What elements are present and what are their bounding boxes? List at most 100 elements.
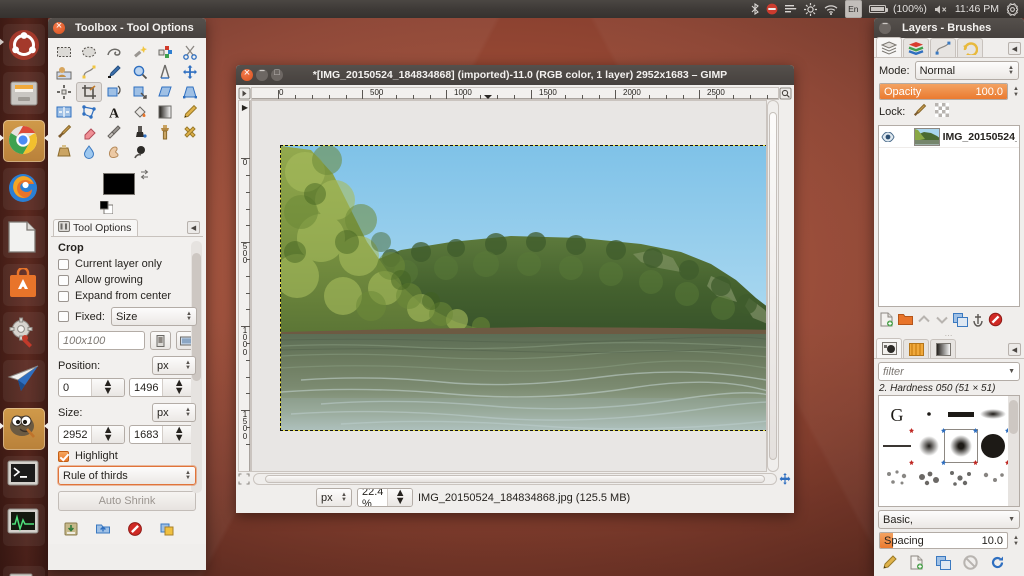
cage-transform-tool[interactable] xyxy=(76,102,101,122)
channels-tab[interactable] xyxy=(903,38,929,57)
airbrush-tool[interactable] xyxy=(102,122,127,142)
auto-shrink-button[interactable]: Auto Shrink xyxy=(58,491,196,511)
paintbrush-tool[interactable] xyxy=(51,122,76,142)
launcher-item-terminal[interactable] xyxy=(3,456,45,498)
option-highlight[interactable]: Highlight xyxy=(58,450,197,462)
reset-options-icon[interactable] xyxy=(159,521,175,540)
launcher-item-thunderbird[interactable] xyxy=(3,360,45,402)
close-icon[interactable] xyxy=(53,20,65,34)
bluetooth-icon[interactable] xyxy=(751,0,759,18)
zoom-tool[interactable] xyxy=(127,62,152,82)
scissors-select-tool[interactable] xyxy=(178,42,203,62)
chevron-down-icon[interactable]: ▼ xyxy=(1008,368,1015,375)
delete-brush-icon[interactable] xyxy=(963,555,978,573)
gear-icon[interactable] xyxy=(1006,0,1019,18)
brushes-tab[interactable] xyxy=(876,338,902,358)
launcher-item-libreoffice-writer[interactable] xyxy=(3,216,45,258)
default-colors-icon[interactable] xyxy=(99,200,114,215)
text-tool[interactable]: A xyxy=(102,102,127,122)
brush-cell[interactable] xyxy=(945,462,977,494)
spin-arrows-icon[interactable]: ▲ ▼ xyxy=(1013,535,1019,547)
launcher-item-files[interactable] xyxy=(3,72,45,114)
new-brush-icon[interactable] xyxy=(909,555,924,573)
brush-grid-scrollbar[interactable] xyxy=(1008,396,1019,506)
size-height-input[interactable]: 1683 ▲ ▼ xyxy=(129,425,196,444)
checkbox[interactable] xyxy=(58,290,69,302)
keyboard-layout-indicator[interactable]: En xyxy=(844,0,862,18)
battery-icon[interactable] xyxy=(868,0,888,18)
heal-tool[interactable] xyxy=(178,122,203,142)
zoom-image-button[interactable] xyxy=(779,87,792,100)
paths-tool[interactable] xyxy=(76,62,101,82)
option-current-layer-only[interactable]: Current layer only xyxy=(58,258,197,270)
launcher-item-software-center[interactable] xyxy=(3,264,45,306)
shear-tool[interactable] xyxy=(152,82,177,102)
layer-mode-combo[interactable]: Normal ▲ ▼ xyxy=(914,61,1019,80)
spin-arrows-icon[interactable]: ▲ ▼ xyxy=(91,426,124,443)
image-canvas[interactable] xyxy=(251,100,767,472)
refresh-brushes-icon[interactable] xyxy=(990,555,1005,573)
vertical-ruler[interactable]: ▶ 0 500 1000 1500 xyxy=(238,100,251,472)
tab-tool-options[interactable]: Tool Options xyxy=(53,219,139,236)
layer-list-item[interactable]: IMG_20150524_1 xyxy=(879,126,1019,148)
scale-tool[interactable] xyxy=(127,82,152,102)
brush-cell[interactable] xyxy=(881,462,913,494)
brush-grid[interactable]: G xyxy=(878,395,1020,507)
eraser-tool[interactable] xyxy=(76,122,101,142)
ruler-menu-button[interactable] xyxy=(238,87,251,100)
delete-layer-icon[interactable] xyxy=(988,312,1003,330)
statusbar-zoom-input[interactable]: 22.4 % ▲ ▼ xyxy=(357,488,413,507)
option-expand-from-center[interactable]: Expand from center xyxy=(58,290,197,302)
guides-combo[interactable]: Rule of thirds ▲ ▼ xyxy=(58,466,196,485)
lower-layer-icon[interactable] xyxy=(935,313,949,329)
launcher-item-gimp[interactable] xyxy=(0,408,49,450)
patterns-tab[interactable] xyxy=(903,339,929,358)
duplicate-brush-icon[interactable] xyxy=(936,555,951,573)
new-layer-icon[interactable] xyxy=(879,312,894,330)
new-group-icon[interactable] xyxy=(898,313,913,329)
anchor-layer-icon[interactable] xyxy=(972,313,984,330)
brightness-icon[interactable] xyxy=(803,0,817,18)
crop-tool[interactable] xyxy=(76,82,102,102)
foreground-select-tool[interactable] xyxy=(51,62,76,82)
bucket-fill-tool[interactable] xyxy=(127,102,152,122)
messaging-icon[interactable] xyxy=(784,0,797,18)
fixed-mode-combo[interactable]: Size ▲ ▼ xyxy=(110,307,197,326)
dodge-burn-tool[interactable] xyxy=(127,142,152,162)
aspect-ratio-input[interactable]: 100x100 xyxy=(58,331,145,350)
launcher-item-chrome[interactable] xyxy=(0,120,49,162)
brush-cell[interactable] xyxy=(913,462,945,494)
rotate-tool[interactable] xyxy=(102,82,127,102)
raise-layer-icon[interactable] xyxy=(917,313,931,329)
dock-titlebar[interactable]: Layers - Brushes xyxy=(874,18,1024,38)
minimize-icon[interactable] xyxy=(256,66,268,81)
quickmask-toggle[interactable] xyxy=(238,473,251,485)
navigation-corner-button[interactable] xyxy=(779,100,792,472)
clone-tool[interactable] xyxy=(152,122,177,142)
blur-sharpen-tool[interactable] xyxy=(76,142,101,162)
canvas-horizontal-scrollbar[interactable] xyxy=(253,473,777,485)
spin-arrows-icon[interactable]: ▲ ▼ xyxy=(91,379,124,396)
launcher-item-ubuntu-dash[interactable] xyxy=(0,24,45,66)
spin-arrows-icon[interactable]: ▲ ▼ xyxy=(1013,86,1019,98)
edit-brush-icon[interactable] xyxy=(882,555,897,573)
position-unit-combo[interactable]: px ▲ ▼ xyxy=(152,356,196,375)
close-icon[interactable] xyxy=(241,67,253,81)
brush-set-combo[interactable]: Basic, ▼ xyxy=(878,510,1020,529)
swap-colors-icon[interactable] xyxy=(139,169,150,180)
spin-arrows-icon[interactable]: ▲ ▼ xyxy=(387,489,412,506)
dock-menu-button[interactable]: ◀ xyxy=(1008,343,1021,356)
duplicate-layer-icon[interactable] xyxy=(953,312,968,330)
pencil-tool[interactable] xyxy=(178,102,203,122)
restore-options-icon[interactable] xyxy=(95,521,111,540)
checkbox[interactable] xyxy=(58,450,69,462)
launcher-item-trash[interactable] xyxy=(3,566,45,576)
position-x-input[interactable]: 0 ▲ ▼ xyxy=(58,378,125,397)
save-options-icon[interactable] xyxy=(63,521,79,540)
free-select-tool[interactable] xyxy=(102,42,127,62)
brush-spacing-slider[interactable]: Spacing 10.0 xyxy=(879,532,1009,549)
color-picker-tool[interactable] xyxy=(102,62,127,82)
volume-muted-icon[interactable] xyxy=(934,0,948,18)
layer-opacity-slider[interactable]: Opacity 100.0 xyxy=(879,83,1009,100)
statusbar-unit-combo[interactable]: px ▲ ▼ xyxy=(316,488,352,507)
